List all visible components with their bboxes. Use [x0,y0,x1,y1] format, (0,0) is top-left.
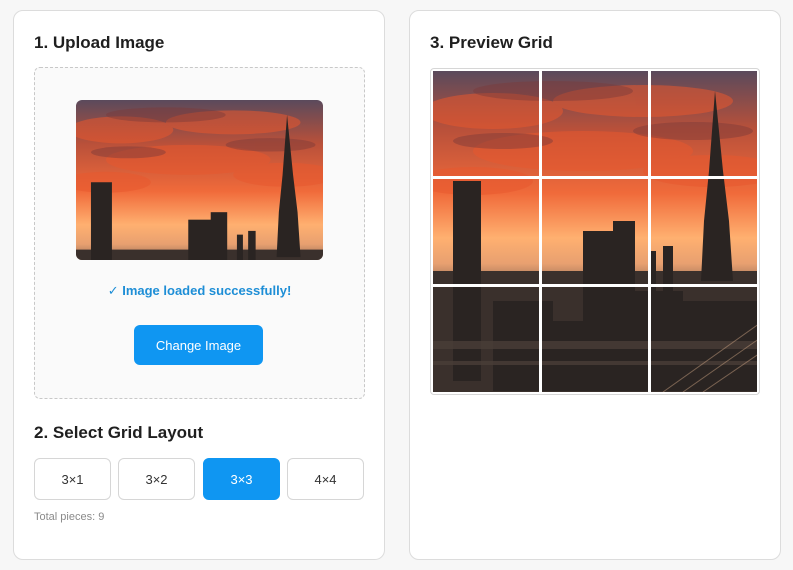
grid-option-3x2[interactable]: 3×2 [118,458,195,500]
upload-success-message: ✓ Image loaded successfully! [107,283,292,298]
preview-section-title: 3. Preview Grid [430,33,553,52]
grid-option-3x3[interactable]: 3×3 [203,458,280,500]
preview-tile-r3-c1 [433,287,539,392]
uploaded-image-thumbnail [76,100,323,260]
preview-tile-r1-c2 [542,71,648,176]
preview-tile-r2-c2 [542,179,648,284]
change-image-button[interactable]: Change Image [134,325,263,365]
grid-option-3x1[interactable]: 3×1 [34,458,111,500]
total-pieces-label: Total pieces: 9 [34,511,105,523]
preview-tile-r1-c3 [651,71,757,176]
preview-tile-r3-c2 [542,287,648,392]
upload-panel: 1. Upload Image ✓ Image loaded successfu… [13,10,385,560]
preview-grid-tiles [433,71,757,392]
preview-tile-r1-c1 [433,71,539,176]
preview-grid [430,68,760,395]
upload-section-title: 1. Upload Image [34,33,165,52]
grid-layout-section-title: 2. Select Grid Layout [34,423,204,442]
preview-tile-r3-c3 [651,287,757,392]
grid-layout-options: 3×1 3×2 3×3 4×4 [34,458,365,500]
upload-dropzone[interactable]: ✓ Image loaded successfully! Change Imag… [34,67,365,399]
preview-panel: 3. Preview Grid [409,10,781,560]
preview-tile-r2-c1 [433,179,539,284]
preview-tile-r2-c3 [651,179,757,284]
grid-option-4x4[interactable]: 4×4 [287,458,364,500]
